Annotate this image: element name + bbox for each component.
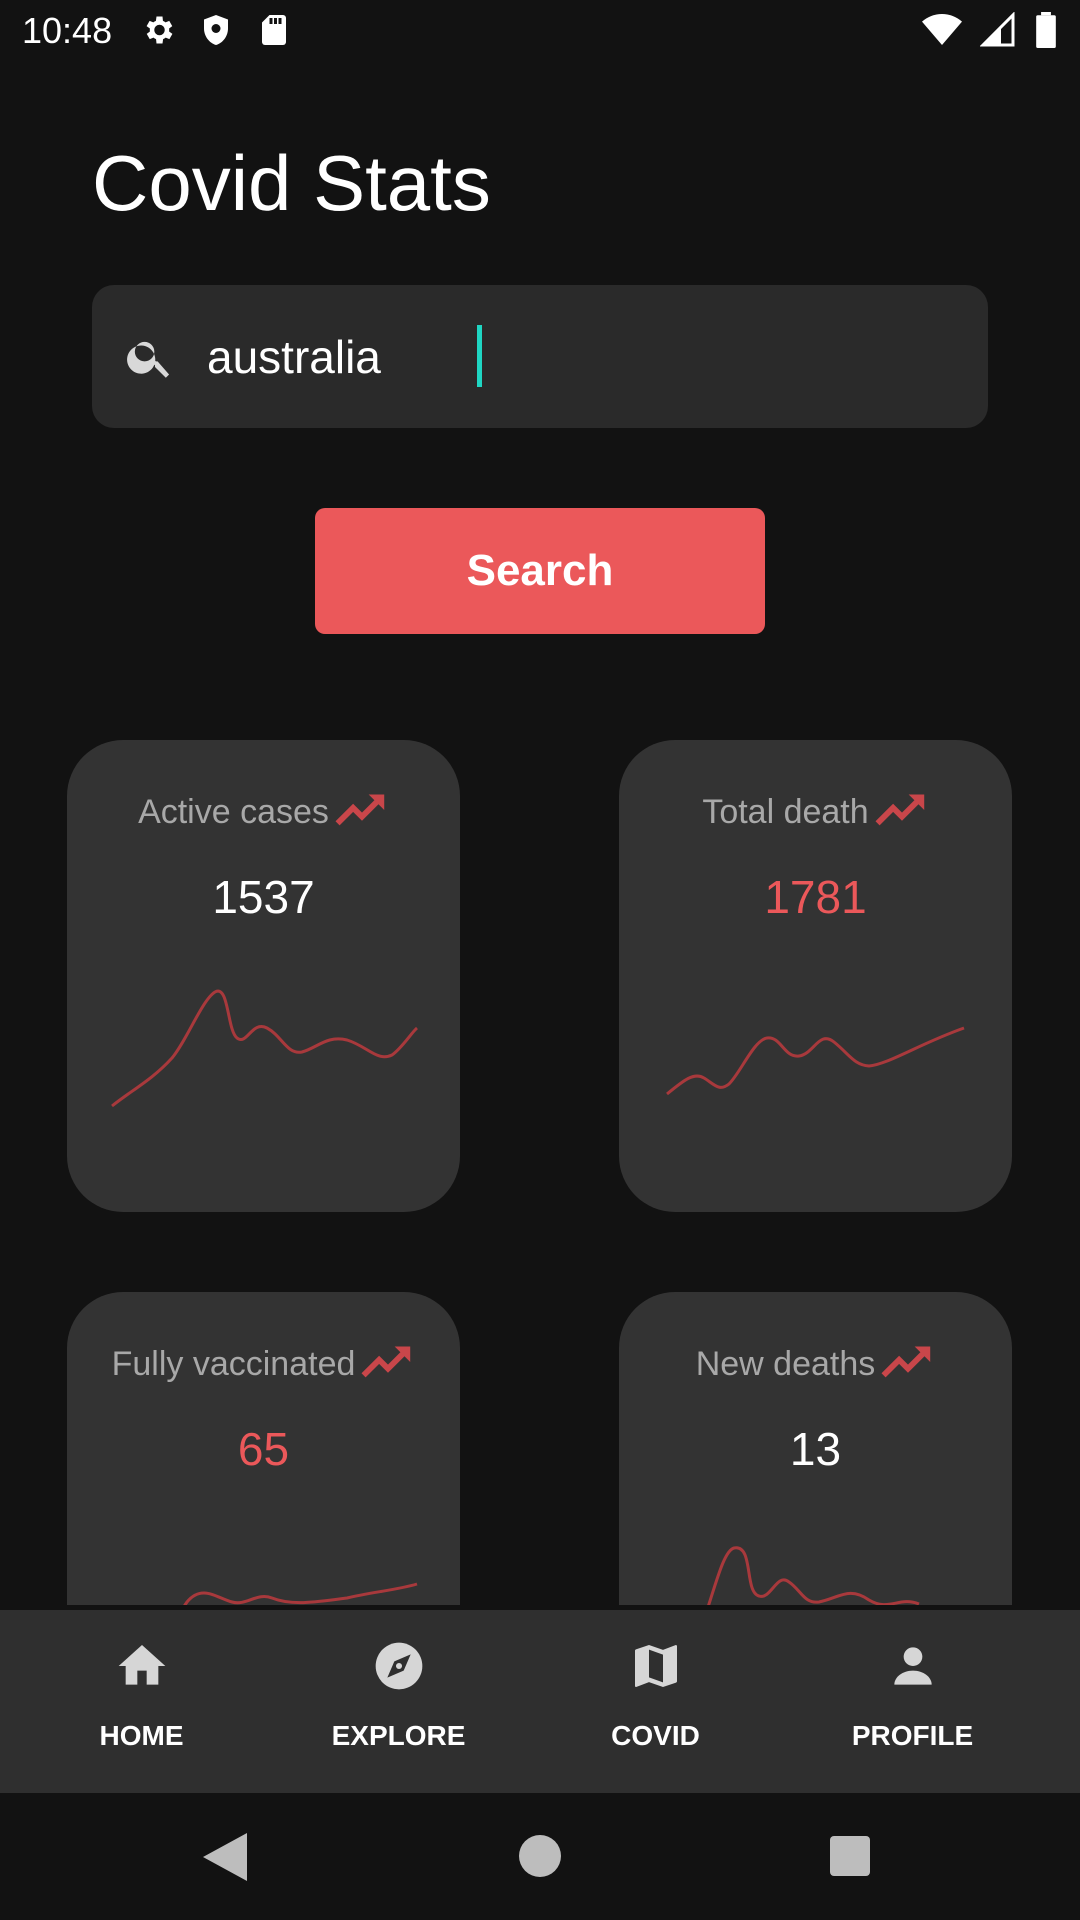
text-cursor bbox=[477, 325, 482, 387]
card-value: 1537 bbox=[212, 871, 315, 923]
map-icon bbox=[628, 1638, 684, 1699]
trending-up-icon bbox=[881, 1342, 935, 1387]
card-value: 1781 bbox=[764, 871, 867, 923]
battery-icon bbox=[1034, 12, 1058, 48]
system-navigation-bar bbox=[0, 1793, 1080, 1920]
sparkline-chart bbox=[707, 1546, 920, 1605]
trending-up-icon bbox=[361, 1342, 415, 1387]
search-button[interactable]: Search bbox=[315, 508, 765, 634]
card-label: Active cases bbox=[138, 793, 329, 831]
sparkline-chart bbox=[111, 989, 419, 1108]
trending-up-icon bbox=[875, 790, 929, 835]
trending-up-icon bbox=[335, 790, 389, 835]
bottom-navigation: HOME EXPLORE COVID PROFILE bbox=[0, 1610, 1080, 1793]
recents-icon[interactable] bbox=[830, 1836, 870, 1881]
nav-label: EXPLORE bbox=[331, 1720, 466, 1751]
sparkline-chart bbox=[182, 1582, 418, 1605]
stat-card-active-cases[interactable]: Active cases 1537 bbox=[67, 740, 460, 1212]
stat-card-new-deaths[interactable]: New deaths 13 bbox=[619, 1292, 1012, 1605]
stat-card-total-death[interactable]: Total death 1781 bbox=[619, 740, 1012, 1212]
wifi-icon bbox=[922, 12, 962, 48]
sparkline-chart bbox=[666, 1026, 965, 1096]
page-title: Covid Stats bbox=[92, 139, 491, 227]
nav-item-covid[interactable]: COVID bbox=[527, 1610, 784, 1793]
home-icon bbox=[114, 1638, 170, 1699]
card-label: Fully vaccinated bbox=[111, 1345, 356, 1383]
card-value: 65 bbox=[237, 1423, 290, 1475]
signal-icon bbox=[980, 12, 1016, 48]
compass-icon bbox=[371, 1638, 427, 1699]
nav-label: PROFILE bbox=[851, 1720, 974, 1751]
status-time: 10:48 bbox=[22, 10, 113, 51]
search-icon bbox=[124, 331, 176, 388]
settings-icon bbox=[140, 12, 176, 48]
nav-label: COVID bbox=[611, 1720, 700, 1751]
nav-item-explore[interactable]: EXPLORE bbox=[270, 1610, 527, 1793]
card-label: Total death bbox=[702, 793, 869, 831]
stats-grid: Active cases 1537 Total death 1781 Fully… bbox=[0, 740, 1080, 1605]
card-value: 13 bbox=[789, 1423, 842, 1475]
nav-label: HOME bbox=[99, 1720, 184, 1751]
back-icon[interactable] bbox=[203, 1833, 247, 1886]
status-bar: 10:48 bbox=[0, 0, 1080, 64]
person-icon bbox=[885, 1638, 941, 1699]
home-circle-icon[interactable] bbox=[519, 1835, 561, 1882]
card-label: New deaths bbox=[695, 1345, 876, 1383]
shield-icon bbox=[198, 12, 234, 48]
nav-item-profile[interactable]: PROFILE bbox=[784, 1610, 1041, 1793]
sd-card-icon bbox=[256, 12, 292, 48]
stat-card-fully-vaccinated[interactable]: Fully vaccinated 65 bbox=[67, 1292, 460, 1605]
search-field[interactable] bbox=[92, 285, 988, 428]
search-input[interactable] bbox=[207, 325, 947, 389]
nav-item-home[interactable]: HOME bbox=[13, 1610, 270, 1793]
